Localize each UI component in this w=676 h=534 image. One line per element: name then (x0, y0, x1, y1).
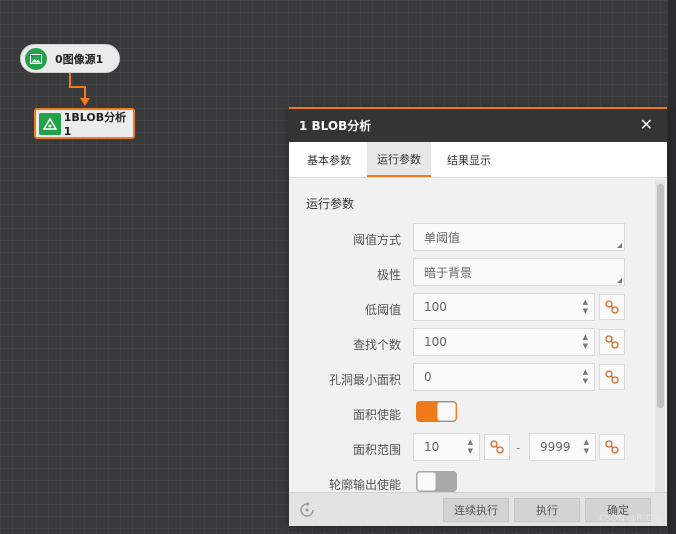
area-range-min-value: 10 (424, 440, 440, 454)
area-enable-toggle[interactable] (416, 401, 457, 422)
section-title: 运行参数 (306, 197, 355, 211)
hole-min-area-value: 0 (424, 370, 432, 384)
low-threshold-value: 100 (424, 300, 447, 314)
link-param-button[interactable] (484, 434, 510, 460)
low-threshold-input[interactable]: 100 ▲ ▼ (413, 293, 595, 321)
connector-line (69, 73, 71, 87)
node-label: 1BLOB分析1 (63, 111, 127, 138)
polarity-value: 暗于背景 (424, 265, 473, 280)
canvas-node-image-source[interactable]: 0图像源1 (20, 44, 120, 73)
spin-arrows-icon[interactable]: ▲ ▼ (583, 333, 588, 351)
scrollbar-thumb[interactable] (657, 184, 664, 408)
row-polarity: 极性 暗于背景 (289, 258, 655, 288)
spin-arrows-icon[interactable]: ▲ ▼ (583, 298, 588, 316)
link-param-button[interactable] (599, 329, 625, 355)
threshold-mode-value: 单阈值 (424, 230, 461, 245)
link-param-button[interactable] (599, 294, 625, 320)
link-icon (490, 440, 504, 454)
area-range-label: 面积范围 (352, 443, 401, 457)
spin-arrows-icon[interactable]: ▲ ▼ (583, 368, 588, 386)
tab-result-display[interactable]: 结果显示 (437, 142, 501, 177)
continuous-run-button[interactable]: 连续执行 (443, 498, 509, 522)
polarity-select[interactable]: 暗于背景 (413, 258, 625, 286)
low-threshold-label: 低阈值 (364, 303, 401, 317)
toggle-knob (437, 402, 456, 421)
link-icon (605, 370, 619, 384)
dialog-titlebar[interactable]: 1 BLOB分析 ✕ (289, 109, 667, 142)
toggle-knob (417, 472, 436, 491)
dialog-title: 1 BLOB分析 (299, 119, 372, 133)
blob-analysis-dialog: 1 BLOB分析 ✕ 基本参数 运行参数 结果显示 运行参数 阈值方式 单阈值 … (289, 107, 667, 526)
link-icon (605, 300, 619, 314)
threshold-mode-label: 阈值方式 (352, 233, 401, 247)
watermark: CSDN @R-G-B (598, 514, 662, 524)
find-count-value: 100 (424, 335, 447, 349)
spin-arrows-icon[interactable]: ▲ ▼ (468, 438, 473, 456)
hole-min-area-input[interactable]: 0 ▲ ▼ (413, 363, 595, 391)
tab-basic-params[interactable]: 基本参数 (297, 142, 361, 177)
contour-output-enable-toggle[interactable] (416, 471, 457, 492)
row-low-threshold: 低阈值 100 ▲ ▼ (289, 293, 655, 323)
tab-bar: 基本参数 运行参数 结果显示 (289, 142, 667, 178)
find-count-input[interactable]: 100 ▲ ▼ (413, 328, 595, 356)
area-range-min-input[interactable]: 10 ▲ ▼ (413, 433, 480, 461)
link-param-button[interactable] (599, 364, 625, 390)
node-label: 0图像源1 (55, 52, 104, 66)
row-threshold-mode: 阈值方式 单阈值 (289, 223, 655, 253)
connector-line (69, 86, 85, 88)
canvas-right-edge (668, 0, 676, 534)
connector-line (84, 86, 86, 98)
canvas-node-blob-analysis[interactable]: 1BLOB分析1 (34, 108, 135, 139)
row-area-enable: 面积使能 (289, 398, 655, 428)
tab-run-params[interactable]: 运行参数 (367, 142, 431, 177)
params-scrollbar[interactable] (655, 180, 665, 494)
range-separator: - (516, 441, 521, 455)
threshold-mode-select[interactable]: 单阈值 (413, 223, 625, 251)
params-panel: 运行参数 阈值方式 单阈值 极性 暗于背景 低阈值 100 ▲ ▼ 查找个数 1… (289, 180, 655, 494)
find-count-label: 查找个数 (352, 338, 401, 352)
close-icon[interactable]: ✕ (640, 117, 653, 133)
link-icon (605, 335, 619, 349)
hole-min-area-label: 孔洞最小面积 (328, 373, 401, 387)
row-contour-output-enable: 轮廓输出使能 (289, 468, 655, 494)
row-find-count: 查找个数 100 ▲ ▼ (289, 328, 655, 358)
blob-warning-icon (39, 112, 61, 135)
connector-arrow-icon (80, 98, 90, 106)
area-enable-label: 面积使能 (352, 408, 401, 422)
run-button[interactable]: 执行 (514, 498, 580, 522)
contour-output-enable-label: 轮廓输出使能 (328, 478, 401, 492)
row-hole-min-area: 孔洞最小面积 0 ▲ ▼ (289, 363, 655, 393)
area-range-max-value: 9999 (540, 440, 571, 454)
polarity-label: 极性 (376, 268, 401, 282)
row-area-range: 面积范围 10 ▲ ▼ - 9999 ▲ ▼ (289, 433, 655, 463)
refresh-icon[interactable] (299, 502, 315, 518)
link-icon (605, 440, 619, 454)
spin-arrows-icon[interactable]: ▲ ▼ (584, 438, 589, 456)
link-param-button[interactable] (599, 434, 625, 460)
image-icon (25, 47, 47, 70)
area-range-max-input[interactable]: 9999 ▲ ▼ (529, 433, 596, 461)
